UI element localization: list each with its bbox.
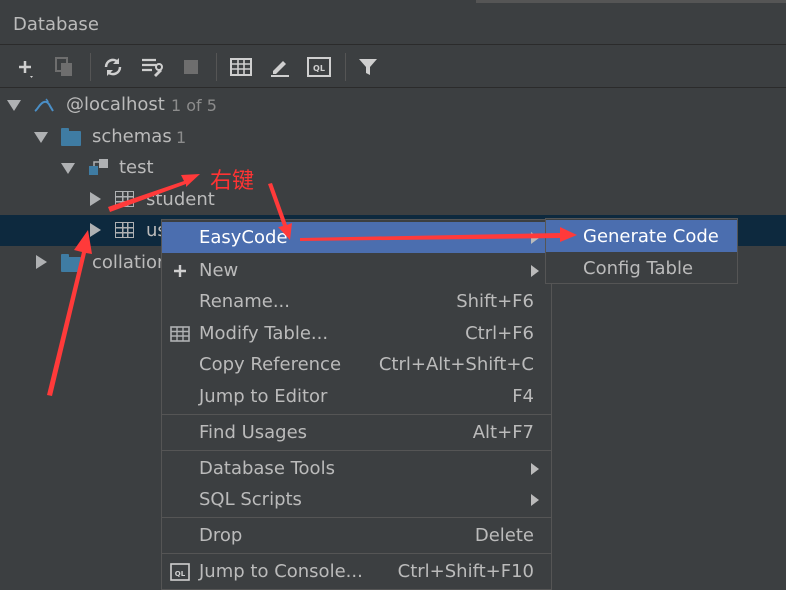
tree-node-test[interactable]: test xyxy=(0,152,786,183)
menu-separator xyxy=(162,450,551,451)
test-label: test xyxy=(119,157,154,178)
table-icon xyxy=(170,324,190,344)
table-icon xyxy=(115,191,134,207)
folder-icon xyxy=(61,254,81,272)
svg-text:QL: QL xyxy=(313,64,325,73)
menu-separator xyxy=(162,553,551,554)
menu-item-copy-reference[interactable]: Copy Reference Ctrl+Alt+Shift+C xyxy=(162,349,551,380)
copy-icon[interactable] xyxy=(52,55,76,79)
host-label: @localhost xyxy=(66,94,165,115)
schemas-count: 1 xyxy=(176,128,187,147)
add-icon[interactable] xyxy=(13,55,37,79)
refresh-icon[interactable] xyxy=(101,55,125,79)
menu-item-find-usages[interactable]: Find Usages Alt+F7 xyxy=(162,417,551,448)
menu-item-rename[interactable]: Rename... Shift+F6 xyxy=(162,286,551,317)
collapse-arrow-icon[interactable] xyxy=(36,255,47,269)
menu-item-label: Generate Code xyxy=(583,226,719,247)
collations-label: collation xyxy=(92,252,169,273)
menu-separator xyxy=(162,517,551,518)
host-count: 1 of 5 xyxy=(171,96,217,115)
panel-title: Database xyxy=(13,14,99,35)
tree-node-schemas[interactable]: schemas 1 xyxy=(0,121,786,152)
easycode-submenu: Generate Code Config Table xyxy=(545,218,738,284)
schemas-label: schemas xyxy=(92,126,172,147)
submenu-arrow-icon xyxy=(531,232,539,244)
expand-arrow-icon[interactable] xyxy=(34,132,48,143)
submenu-arrow-icon xyxy=(531,494,539,506)
mysql-icon xyxy=(34,98,54,112)
menu-separator xyxy=(162,414,551,415)
menu-item-label: New xyxy=(199,260,239,281)
svg-text:QL: QL xyxy=(175,570,186,578)
toolbar-separator xyxy=(90,53,91,81)
settings-icon[interactable] xyxy=(140,55,164,79)
annotation-right-click: 右键 xyxy=(210,169,255,194)
schema-icon xyxy=(89,159,108,175)
context-menu: EasyCode New Rename... Shift+F6 Modify T… xyxy=(161,219,552,590)
menu-item-generate-code[interactable]: Generate Code xyxy=(546,220,737,252)
menu-item-modify-table[interactable]: Modify Table... Ctrl+F6 xyxy=(162,318,551,349)
menu-item-shortcut: Ctrl+Alt+Shift+C xyxy=(378,354,534,375)
menu-item-database-tools[interactable]: Database Tools xyxy=(162,453,551,484)
menu-item-label: Jump to Console... xyxy=(199,561,363,582)
menu-item-new[interactable]: New xyxy=(162,255,551,286)
menu-item-label: Jump to Editor xyxy=(199,386,328,407)
stop-icon[interactable] xyxy=(179,55,203,79)
table-icon xyxy=(115,222,134,238)
student-label: student xyxy=(146,189,215,210)
menu-item-shortcut: F4 xyxy=(512,386,534,407)
ql-console-icon: QL xyxy=(170,562,190,582)
menu-item-label: Config Table xyxy=(583,258,694,279)
menu-item-drop[interactable]: Drop Delete xyxy=(162,520,551,551)
collapse-arrow-icon[interactable] xyxy=(90,192,101,206)
ql-console-icon[interactable]: QL xyxy=(307,55,331,79)
collapse-arrow-icon[interactable] xyxy=(90,223,101,237)
menu-item-shortcut: Delete xyxy=(474,525,534,546)
panel-header: Database xyxy=(0,0,786,45)
submenu-arrow-icon xyxy=(531,463,539,475)
toolbar: QL xyxy=(0,45,786,88)
menu-item-label: Drop xyxy=(199,525,243,546)
plus-icon xyxy=(170,261,190,281)
submenu-arrow-icon xyxy=(531,265,539,277)
menu-item-label: Modify Table... xyxy=(199,323,329,344)
menu-item-label: Find Usages xyxy=(199,422,308,443)
table-icon[interactable] xyxy=(229,55,253,79)
menu-item-shortcut: Ctrl+Shift+F10 xyxy=(397,561,534,582)
tree-node-student[interactable]: student xyxy=(0,184,786,215)
toolbar-separator xyxy=(216,53,217,81)
menu-item-label: SQL Scripts xyxy=(199,489,302,510)
menu-item-easycode[interactable]: EasyCode xyxy=(162,222,551,253)
menu-item-shortcut: Shift+F6 xyxy=(456,291,534,312)
menu-item-label: EasyCode xyxy=(199,227,288,248)
toolbar-separator xyxy=(345,53,346,81)
menu-item-jump-to-console[interactable]: QL Jump to Console... Ctrl+Shift+F10 xyxy=(162,556,551,587)
menu-item-shortcut: Ctrl+F6 xyxy=(465,323,534,344)
menu-item-shortcut: Alt+F7 xyxy=(472,422,534,443)
menu-item-config-table[interactable]: Config Table xyxy=(546,252,737,284)
tree-node-localhost[interactable]: @localhost 1 of 5 xyxy=(0,89,786,120)
menu-item-sql-scripts[interactable]: SQL Scripts xyxy=(162,484,551,515)
top-edge-line xyxy=(476,0,786,3)
expand-arrow-icon[interactable] xyxy=(61,163,75,174)
filter-icon[interactable] xyxy=(356,55,380,79)
menu-item-label: Copy Reference xyxy=(199,354,342,375)
folder-icon xyxy=(61,128,81,146)
menu-item-label: Rename... xyxy=(199,291,290,312)
expand-arrow-icon[interactable] xyxy=(7,100,21,111)
menu-item-jump-to-editor[interactable]: Jump to Editor F4 xyxy=(162,381,551,412)
edit-icon[interactable] xyxy=(268,55,292,79)
menu-item-label: Database Tools xyxy=(199,458,335,479)
